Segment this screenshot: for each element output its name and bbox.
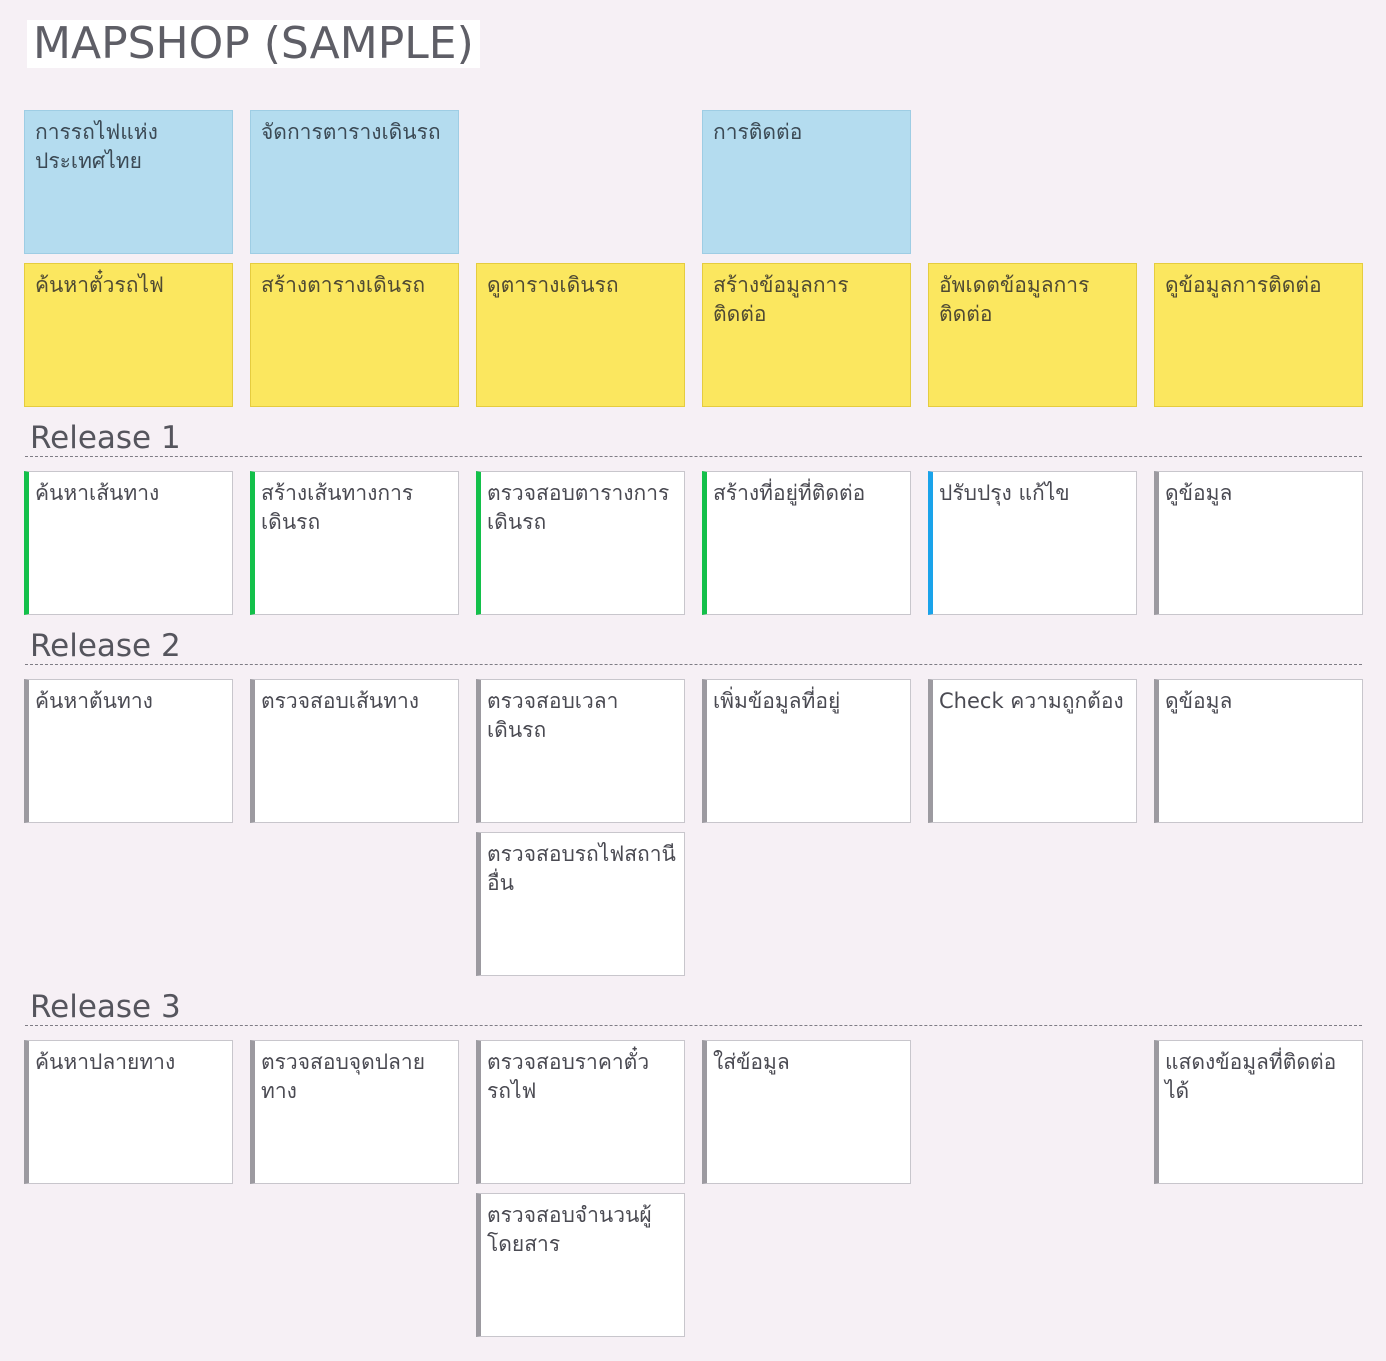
release-divider [25,664,1362,665]
release-label: Release 3 [30,989,181,1025]
activity-card[interactable]: จัดการตารางเดินรถ [250,110,459,254]
task-card[interactable]: ดูตารางเดินรถ [476,263,685,407]
task-card[interactable]: สร้างตารางเดินรถ [250,263,459,407]
story-card[interactable]: ค้นหาต้นทาง [24,679,233,823]
story-card[interactable]: ตรวจสอบจุดปลายทาง [250,1040,459,1184]
story-card[interactable]: ตรวจสอบจำนวนผู้โดยสาร [476,1193,685,1337]
story-card[interactable]: ค้นหาเส้นทาง [24,471,233,615]
story-card[interactable]: ค้นหาปลายทาง [24,1040,233,1184]
release-divider [25,456,1362,457]
story-card[interactable]: ใส่ข้อมูล [702,1040,911,1184]
story-card[interactable]: ดูข้อมูล [1154,471,1363,615]
task-card[interactable]: ดูข้อมูลการติดต่อ [1154,263,1363,407]
story-card[interactable]: ดูข้อมูล [1154,679,1363,823]
story-card[interactable]: Check ความถูกต้อง [928,679,1137,823]
activity-card[interactable]: การติดต่อ [702,110,911,254]
story-card[interactable]: แสดงข้อมูลที่ติดต่อได้ [1154,1040,1363,1184]
task-card[interactable]: ค้นหาตั๋วรถไฟ [24,263,233,407]
story-card[interactable]: ตรวจสอบเวลาเดินรถ [476,679,685,823]
story-card[interactable]: ตรวจสอบรถไฟสถานีอื่น [476,832,685,976]
story-card[interactable]: ตรวจสอบเส้นทาง [250,679,459,823]
task-card[interactable]: สร้างข้อมูลการติดต่อ [702,263,911,407]
page-title: MAPSHOP (SAMPLE) [27,20,480,68]
story-card[interactable]: ปรับปรุง แก้ไข [928,471,1137,615]
story-card[interactable]: สร้างที่อยู่ที่ติดต่อ [702,471,911,615]
task-card[interactable]: อัพเดตข้อมูลการติดต่อ [928,263,1137,407]
story-card[interactable]: สร้างเส้นทางการเดินรถ [250,471,459,615]
activity-card[interactable]: การรถไฟแห่งประเทศไทย [24,110,233,254]
release-label: Release 1 [30,420,181,456]
release-label: Release 2 [30,628,181,664]
story-card[interactable]: ตรวจสอบตารางการเดินรถ [476,471,685,615]
story-card[interactable]: ตรวจสอบราคาตั๋วรถไฟ [476,1040,685,1184]
story-card[interactable]: เพิ่มข้อมูลที่อยู่ [702,679,911,823]
release-divider [25,1025,1362,1026]
